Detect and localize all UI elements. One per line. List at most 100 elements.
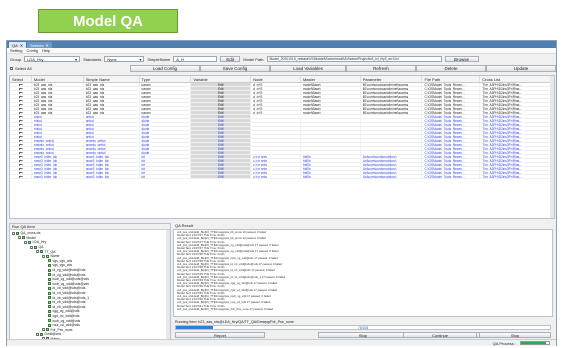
checkbox[interactable] — [19, 131, 24, 134]
cell-edit-button[interactable]: Edit — [191, 87, 252, 90]
load-config-button[interactable]: Load Config — [130, 65, 200, 72]
row-select-checkbox[interactable] — [10, 119, 32, 122]
col-node[interactable]: Node — [251, 76, 301, 82]
row-select-checkbox[interactable] — [10, 123, 32, 126]
expand-icon[interactable]: + — [42, 328, 45, 332]
checkbox[interactable] — [19, 151, 24, 154]
cell-edit-button[interactable]: Edit — [191, 139, 252, 142]
collapse-icon[interactable]: - — [36, 250, 39, 254]
table-row[interactable]: npwr3_hdlm_ldc npwr3_hdlm_ldc bjt Edit c b e… — [10, 175, 554, 179]
row-select-checkbox[interactable] — [10, 159, 32, 162]
row-select-checkbox[interactable] — [10, 87, 32, 90]
cell-edit-button[interactable]: Edit — [191, 171, 252, 174]
cell-edit-button[interactable]: Edit — [191, 123, 252, 126]
checkbox[interactable] — [19, 159, 24, 162]
delete-button[interactable]: Delete — [416, 65, 486, 72]
row-select-checkbox[interactable] — [10, 111, 32, 114]
cell-edit-button[interactable]: Edit — [191, 111, 252, 114]
row-select-checkbox[interactable] — [10, 139, 32, 142]
row-select-checkbox[interactable] — [10, 127, 32, 130]
browse-button[interactable]: Browse — [444, 56, 479, 62]
checkbox[interactable] — [19, 87, 24, 90]
checkbox[interactable] — [19, 111, 24, 114]
row-select-checkbox[interactable] — [10, 147, 32, 150]
tree-node-checkbox[interactable] — [48, 277, 51, 281]
checkbox[interactable] — [19, 127, 24, 130]
row-select-checkbox[interactable] — [10, 175, 32, 178]
tree-node-checkbox[interactable] — [34, 245, 37, 249]
col-simple-name[interactable]: Simple Name — [84, 76, 140, 82]
row-select-checkbox[interactable] — [10, 155, 32, 158]
tree-node-checkbox[interactable] — [48, 291, 51, 295]
checkbox[interactable] — [19, 143, 24, 146]
group-select[interactable]: LDA_Hry ▾ — [24, 56, 81, 62]
save-config-button[interactable]: Save Config — [200, 65, 270, 72]
table-scrollbar[interactable] — [550, 76, 554, 218]
col-cross-list[interactable]: Cross List — [480, 76, 554, 82]
checkbox[interactable] — [19, 107, 24, 110]
checkbox[interactable] — [19, 171, 24, 174]
row-select-checkbox[interactable] — [10, 135, 32, 138]
collapse-icon[interactable]: - — [24, 240, 27, 244]
checkbox[interactable] — [19, 135, 24, 138]
tree-node-checkbox[interactable] — [48, 268, 51, 272]
col-parameter[interactable]: Parameter — [361, 76, 423, 82]
tree-node-checkbox[interactable] — [48, 273, 51, 277]
collapse-icon[interactable]: - — [36, 332, 39, 336]
row-select-checkbox[interactable] — [10, 99, 32, 102]
collapse-icon[interactable]: - — [12, 231, 15, 235]
checkbox[interactable] — [19, 175, 24, 178]
row-select-checkbox[interactable] — [10, 151, 32, 154]
standards-select[interactable]: Nyne ▾ — [104, 56, 145, 62]
cell-edit-button[interactable]: Edit — [191, 175, 252, 178]
cell-edit-button[interactable]: Edit — [191, 151, 252, 154]
modelpath-input[interactable]: Model_20201015_release\VOMoldel\Scene\mo… — [266, 56, 442, 62]
refresh-button[interactable]: Refresh — [346, 65, 416, 72]
checkbox[interactable] — [19, 147, 24, 150]
tree-scrollbar[interactable] — [166, 230, 170, 343]
checkbox[interactable] — [19, 91, 24, 94]
tree-node-checkbox[interactable] — [46, 328, 49, 332]
cell-edit-button[interactable]: Edit — [191, 159, 252, 162]
cell-edit-button[interactable]: Edit — [191, 127, 252, 130]
col-file-path[interactable]: File Path — [422, 76, 481, 82]
tree-node-checkbox[interactable] — [22, 236, 25, 240]
tree-node-checkbox[interactable] — [48, 305, 51, 309]
cell-edit-button[interactable]: Edit — [191, 167, 252, 170]
row-select-checkbox[interactable] — [10, 143, 32, 146]
row-select-checkbox[interactable] — [10, 167, 32, 170]
collapse-icon[interactable]: - — [18, 236, 21, 240]
stop-button[interactable]: Stop — [479, 332, 551, 338]
cell-edit-button[interactable]: Edit — [191, 91, 252, 94]
col-model[interactable]: Model — [32, 76, 84, 82]
col-type[interactable]: Type — [140, 76, 192, 82]
select-all-checkbox[interactable] — [10, 67, 13, 70]
checkbox[interactable] — [19, 163, 24, 166]
tree-node-checkbox[interactable] — [48, 296, 51, 300]
row-select-checkbox[interactable] — [10, 83, 32, 86]
result-log[interactable]: vull_pss_ubd-Edd_Bip[b3_TT]Dmwpg/pss_lib… — [173, 229, 553, 317]
col-select[interactable]: Select — [10, 76, 32, 82]
cell-edit-button[interactable]: Edit — [191, 95, 252, 98]
row-select-checkbox[interactable] — [10, 107, 32, 110]
cell-edit-button[interactable]: Edit — [191, 163, 252, 166]
row-select-checkbox[interactable] — [10, 171, 32, 174]
tree-node-checkbox[interactable] — [40, 250, 43, 254]
cell-edit-button[interactable]: Edit — [191, 143, 252, 146]
checkbox[interactable] — [19, 155, 24, 158]
tree-node-checkbox[interactable] — [48, 314, 51, 318]
close-icon[interactable]: ✕ — [20, 43, 23, 48]
stop-small-button[interactable]: Stop — [318, 332, 408, 338]
update-button[interactable]: Update — [486, 65, 556, 72]
checkbox[interactable] — [19, 115, 24, 118]
tree-node-checkbox[interactable] — [48, 309, 51, 313]
tree-node-checkbox[interactable] — [48, 282, 51, 286]
tree-node-checkbox[interactable] — [48, 323, 51, 327]
row-select-checkbox[interactable] — [10, 115, 32, 118]
checkbox[interactable] — [19, 123, 24, 126]
select-all-control[interactable]: Select All — [10, 66, 130, 71]
cell-edit-button[interactable]: Edit — [191, 83, 252, 86]
cell-edit-button[interactable]: Edit — [191, 155, 252, 158]
col-variable[interactable]: Variable — [191, 76, 252, 82]
cell-edit-button[interactable]: Edit — [191, 147, 252, 150]
